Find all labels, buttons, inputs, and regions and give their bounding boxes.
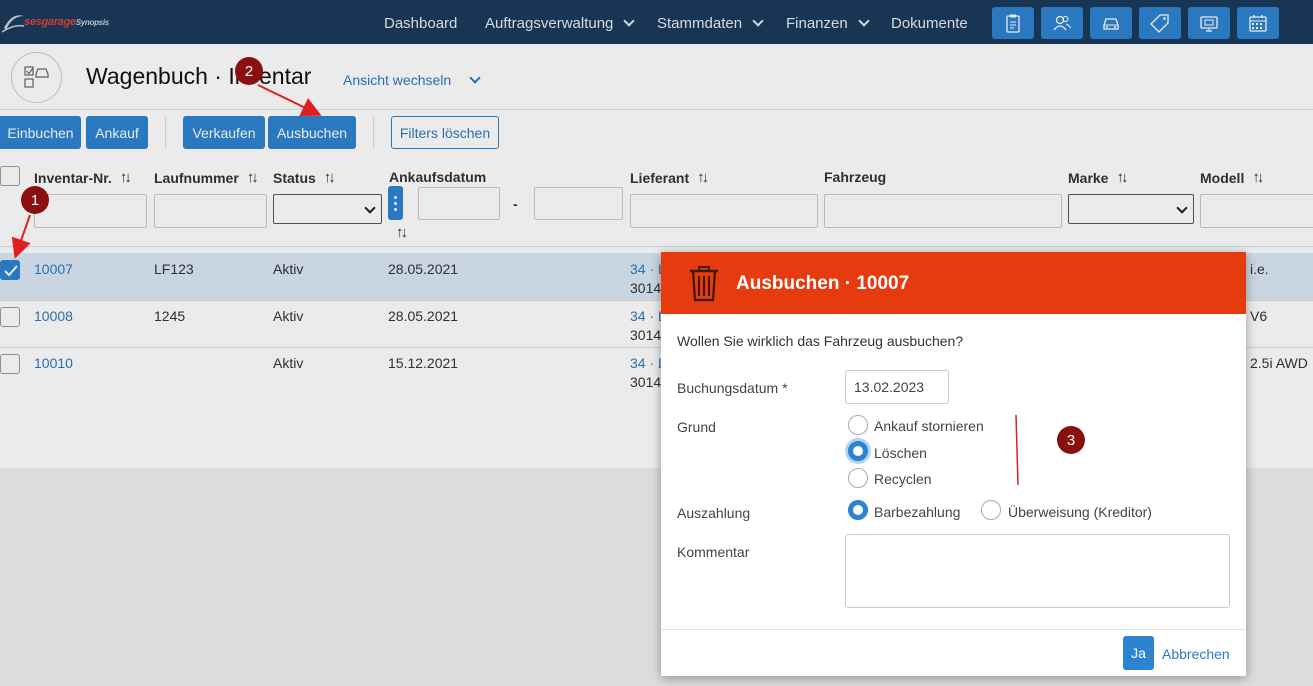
- dialog-header: Ausbuchen · 10007: [661, 252, 1246, 314]
- ausbuchen-dialog: Ausbuchen · 10007 Wollen Sie wirklich da…: [661, 252, 1246, 676]
- dialog-footer-divider: [661, 629, 1246, 630]
- dialog-title: Ausbuchen · 10007: [736, 273, 910, 294]
- grund-radio-loeschen[interactable]: [848, 441, 868, 461]
- grund-label: Grund: [677, 419, 716, 435]
- auszahlung-radio-ueberweisung[interactable]: [981, 500, 1001, 520]
- auszahlung-label: Auszahlung: [677, 505, 751, 521]
- grund-option-label: Löschen: [874, 445, 927, 461]
- grund-radio-ankauf-stornieren[interactable]: [848, 415, 868, 435]
- auszahlung-option-label: Barbezahlung: [874, 504, 961, 520]
- cancel-abbrechen-link[interactable]: Abbrechen: [1162, 646, 1230, 662]
- buchungsdatum-label: Buchungsdatum *: [677, 380, 788, 396]
- dialog-question: Wollen Sie wirklich das Fahrzeug ausbuch…: [677, 333, 964, 349]
- kommentar-label: Kommentar: [677, 544, 750, 560]
- auszahlung-option-label: Überweisung (Kreditor): [1008, 504, 1152, 520]
- buchungsdatum-input[interactable]: 13.02.2023: [845, 370, 949, 404]
- annotation-badge-1: 1: [21, 186, 49, 214]
- kommentar-textarea[interactable]: [845, 534, 1230, 608]
- grund-option-label: Ankauf stornieren: [874, 418, 984, 434]
- annotation-badge-3: 3: [1057, 426, 1085, 454]
- confirm-ja-button[interactable]: Ja: [1123, 636, 1154, 670]
- grund-radio-recyclen[interactable]: [848, 468, 868, 488]
- annotation-badge-2: 2: [235, 57, 263, 85]
- trash-icon: [690, 266, 718, 302]
- auszahlung-radio-barbezahlung[interactable]: [848, 500, 868, 520]
- grund-option-label: Recyclen: [874, 471, 932, 487]
